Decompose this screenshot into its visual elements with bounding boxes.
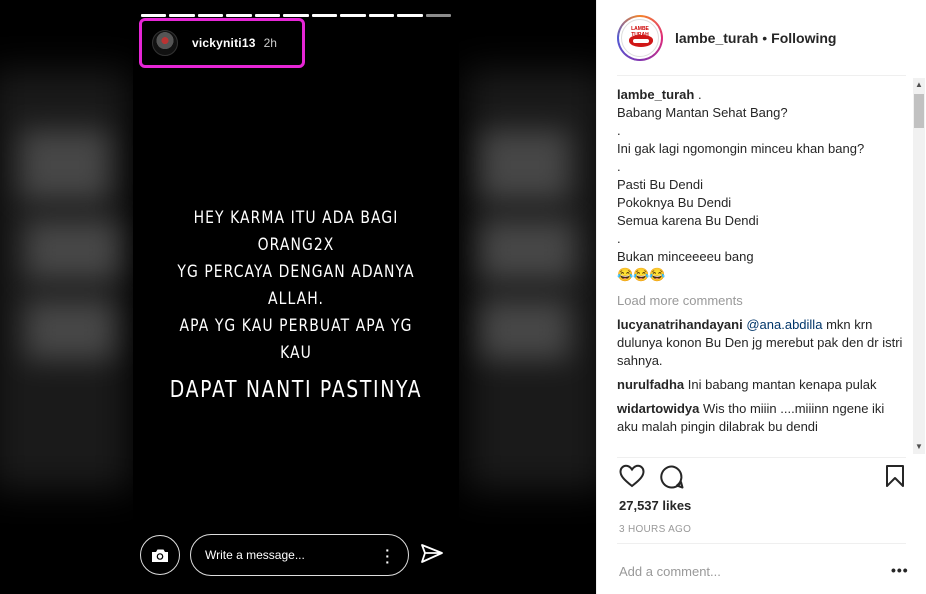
comment-mention[interactable]: @ana.abdilla xyxy=(746,317,822,332)
caption-line: Bukan minceeeeu bang xyxy=(617,249,754,264)
story-progress-bar xyxy=(141,14,451,17)
story-username[interactable]: vickyniti13 xyxy=(192,36,256,50)
progress-segment xyxy=(397,14,423,17)
story-frame: vickyniti13 2h HEY KARMA ITU ADA BAGI OR… xyxy=(133,0,459,594)
post-actions xyxy=(617,462,907,492)
load-more-comments-link[interactable]: Load more comments xyxy=(617,292,903,310)
progress-segment xyxy=(141,14,167,17)
camera-icon xyxy=(152,549,168,562)
caption: lambe_turah . Babang Mantan Sehat Bang? … xyxy=(617,86,903,284)
scroll-down-arrow-icon[interactable]: ▼ xyxy=(913,440,925,454)
account-logo: LAMBE TURAH xyxy=(621,18,659,57)
divider xyxy=(617,75,906,76)
comment: nurulfadha Ini babang mantan kenapa pula… xyxy=(617,376,903,394)
bookmark-icon xyxy=(886,465,904,487)
follow-status[interactable]: Following xyxy=(771,30,836,46)
blurred-shape xyxy=(480,130,570,200)
progress-segment xyxy=(283,14,309,17)
progress-segment xyxy=(169,14,195,17)
story-media: vickyniti13 2h HEY KARMA ITU ADA BAGI OR… xyxy=(0,0,596,594)
story-text-line: HEY KARMA ITU ADA BAGI ORANG2X xyxy=(193,208,399,255)
caption-username[interactable]: lambe_turah xyxy=(617,87,694,102)
more-options-button[interactable]: ••• xyxy=(891,562,909,578)
send-icon xyxy=(421,544,443,563)
story-user-highlight[interactable]: vickyniti13 2h xyxy=(139,18,305,68)
caption-line: . xyxy=(617,231,621,246)
post-time: 3 HOURS AGO xyxy=(619,524,692,535)
comments-list: lambe_turah . Babang Mantan Sehat Bang? … xyxy=(617,86,903,456)
blurred-shape xyxy=(480,300,570,360)
comment-bubble-icon xyxy=(660,465,684,489)
message-input[interactable]: Write a message... · · · xyxy=(190,534,409,576)
progress-segment xyxy=(368,14,395,17)
caption-line: 😂😂😂 xyxy=(617,267,666,282)
divider xyxy=(617,457,906,458)
account-avatar[interactable]: LAMBE TURAH xyxy=(617,14,663,61)
comment: lucyanatrihandayani @ana.abdilla mkn krn… xyxy=(617,316,903,370)
post-header: LAMBE TURAH lambe_turah • Following xyxy=(597,0,926,75)
divider xyxy=(617,543,906,544)
likes-count[interactable]: 27,537 likes xyxy=(619,498,691,513)
progress-segment xyxy=(226,14,252,17)
comment: widartowidya Wis tho miiin ....miiinn ng… xyxy=(617,400,903,436)
save-button[interactable] xyxy=(885,464,905,493)
story-text: HEY KARMA ITU ADA BAGI ORANG2X YG PERCAY… xyxy=(133,205,459,407)
post-panel: LAMBE TURAH lambe_turah • Following lamb… xyxy=(596,0,926,594)
account-name[interactable]: lambe_turah xyxy=(675,30,758,46)
caption-line: Pasti Bu Dendi xyxy=(617,177,703,192)
caption-line: Semua karena Bu Dendi xyxy=(617,213,759,228)
story-text-line-big: DAPAT NANTI PASTINYA xyxy=(169,377,423,403)
caption-line: . xyxy=(617,123,621,138)
progress-segment xyxy=(254,14,281,17)
comment-username[interactable]: widartowidya xyxy=(617,401,699,416)
comments-scrollbar[interactable]: ▲ ▼ xyxy=(913,78,925,454)
comment-button[interactable] xyxy=(659,464,685,495)
message-placeholder: Write a message... xyxy=(205,548,305,562)
caption-line: . xyxy=(617,159,621,174)
more-options-icon[interactable]: · · · xyxy=(385,543,390,569)
progress-segment xyxy=(311,14,338,17)
progress-segment xyxy=(197,14,224,17)
blurred-shape xyxy=(480,220,575,280)
camera-button[interactable] xyxy=(140,535,180,575)
caption-line: Ini gak lagi ngomongin minceu khan bang? xyxy=(617,141,865,156)
caption-line: . xyxy=(697,87,702,102)
caption-line: Babang Mantan Sehat Bang? xyxy=(617,105,788,120)
story-text-line: YG PERCAYA DENGAN ADANYA ALLAH. xyxy=(177,262,415,309)
story-text-line: APA YG KAU PERBUAT APA YG KAU xyxy=(179,316,413,363)
heart-icon xyxy=(619,464,645,488)
blurred-shape xyxy=(25,300,115,360)
scrollbar-thumb[interactable] xyxy=(914,94,924,128)
story-time: 2h xyxy=(263,36,277,50)
scroll-up-arrow-icon[interactable]: ▲ xyxy=(913,78,925,92)
blurred-shape xyxy=(20,130,110,200)
blurred-shape xyxy=(25,220,120,280)
story-avatar[interactable] xyxy=(152,30,178,56)
progress-segment xyxy=(425,14,451,17)
like-button[interactable] xyxy=(619,464,645,493)
caption-line: Pokoknya Bu Dendi xyxy=(617,195,732,210)
header-separator: • xyxy=(762,29,768,46)
comment-username[interactable]: lucyanatrihandayani xyxy=(617,317,743,332)
send-button[interactable] xyxy=(420,543,444,570)
add-comment-input[interactable]: Add a comment... xyxy=(619,564,721,579)
comment-username[interactable]: nurulfadha xyxy=(617,377,684,392)
progress-segment xyxy=(340,14,366,17)
comment-text: Ini babang mantan kenapa pulak xyxy=(687,377,877,392)
